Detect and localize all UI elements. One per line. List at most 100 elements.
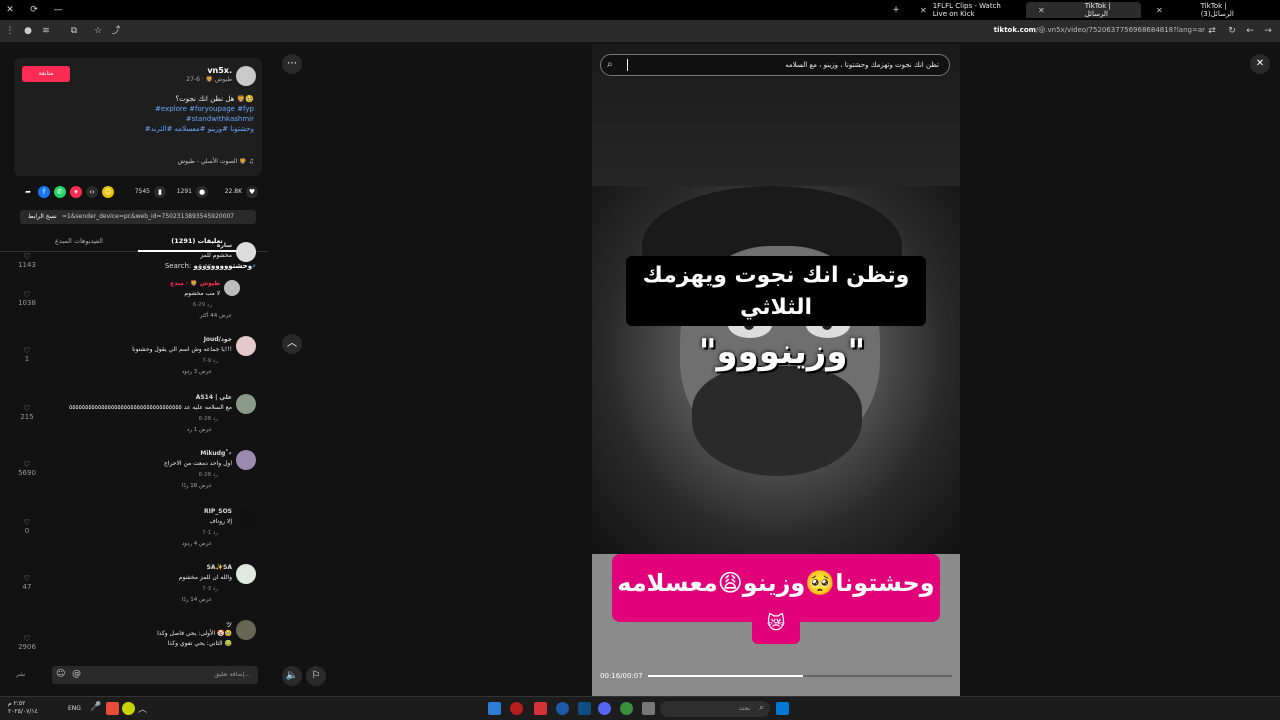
comment-like[interactable]: ♡ 215 bbox=[16, 404, 38, 421]
comment-meta[interactable]: 6-28 رد bbox=[199, 416, 218, 422]
comment-meta[interactable]: 7-9 رد bbox=[202, 358, 218, 364]
commenter-avatar[interactable] bbox=[236, 508, 256, 528]
comment-like[interactable]: ♡ 1 bbox=[16, 346, 38, 363]
view-more-replies[interactable]: عرض 18 ردًا bbox=[182, 483, 212, 489]
commenter-avatar[interactable] bbox=[236, 564, 256, 584]
facebook-icon[interactable]: f bbox=[38, 186, 50, 198]
sound-link[interactable]: الصوت الأصلي - طيوش 🦁 ♫ bbox=[178, 158, 254, 165]
whatsapp-icon[interactable]: ✆ bbox=[54, 186, 66, 198]
media-app-icon[interactable] bbox=[510, 702, 523, 715]
commenter-avatar[interactable] bbox=[236, 620, 256, 640]
share-icon[interactable]: ⤴ bbox=[110, 25, 122, 37]
task-view-icon[interactable] bbox=[642, 702, 655, 715]
hashtags[interactable]: #وحشتونا #وزينو #معسلامه #الترند bbox=[54, 124, 254, 134]
commenter-avatar[interactable] bbox=[236, 242, 256, 262]
tab-kick[interactable]: ✕ 1FLFL Clips - Watch Live on Kick bbox=[908, 2, 1023, 18]
commenter-name[interactable]: ツ bbox=[226, 620, 232, 629]
star-icon[interactable]: ☆ bbox=[92, 25, 104, 37]
embed-icon[interactable]: ‹› bbox=[86, 186, 98, 198]
video-search-bar[interactable]: ⌕ تظن انك نجوت وتهزمك وحشتونا ، وزينو ، … bbox=[600, 54, 950, 76]
mic-icon[interactable]: 🎤 bbox=[90, 702, 103, 715]
comment-input[interactable]: ☺ @ إضافة تعليق... bbox=[52, 666, 258, 684]
commenter-avatar[interactable] bbox=[236, 394, 256, 414]
notes-app-icon[interactable] bbox=[488, 702, 501, 715]
comment-meta[interactable]: 7-1 رد bbox=[202, 530, 218, 536]
close-tab-icon[interactable]: ✕ bbox=[1156, 6, 1163, 15]
restore-icon[interactable]: ⟳ bbox=[28, 4, 40, 16]
commenter-name[interactable]: طيوش 🦁 · مبدع bbox=[170, 280, 220, 287]
volume-icon[interactable]: 🔈 bbox=[282, 666, 302, 686]
tab-creator-videos[interactable]: الفيديوهات المبدع bbox=[20, 237, 138, 245]
app-tray-icon[interactable] bbox=[106, 702, 119, 715]
minimize-icon[interactable]: — bbox=[52, 4, 64, 16]
reload-icon[interactable]: ↻ bbox=[1226, 25, 1238, 37]
author-avatar[interactable] bbox=[236, 66, 256, 86]
comment-meta[interactable]: 7-3 رد bbox=[202, 586, 218, 592]
comment-like[interactable]: ♡ 1143 bbox=[16, 252, 38, 269]
bookmark-icon[interactable]: ▮ bbox=[154, 186, 166, 198]
url-text[interactable]: tiktok.com/@.vn5x/video/7520637756968684… bbox=[994, 26, 1205, 34]
commenter-avatar[interactable] bbox=[224, 280, 240, 296]
back-icon[interactable]: ← bbox=[1244, 25, 1256, 37]
commenter-name[interactable]: RIP_SOS bbox=[204, 508, 232, 515]
calendar-app-icon[interactable] bbox=[534, 702, 547, 715]
profile-icon[interactable]: ● bbox=[22, 25, 34, 37]
menu-dots-icon[interactable]: ⋮ bbox=[4, 25, 16, 37]
forward-icon[interactable]: → bbox=[1262, 25, 1274, 37]
scroll-up-icon[interactable]: ︿ bbox=[282, 334, 302, 354]
commenter-name[interactable]: Mikudg˚⋆ bbox=[200, 450, 232, 457]
emoji-icon[interactable]: ☺ bbox=[56, 669, 65, 679]
commenter-avatar[interactable] bbox=[236, 450, 256, 470]
clock[interactable]: ٢:٥٢ م ٢٠٢٥/٠٧/١٤ bbox=[8, 700, 38, 716]
author-username[interactable]: vn5x. bbox=[207, 66, 232, 75]
comment-like[interactable]: ♡ 5690 bbox=[16, 460, 38, 477]
close-tab-icon[interactable]: ✕ bbox=[1038, 6, 1045, 15]
commenter-name[interactable]: ساره bbox=[217, 242, 232, 249]
translate-icon[interactable]: ⇄ bbox=[1206, 25, 1218, 37]
commenter-avatar[interactable] bbox=[236, 336, 256, 356]
link-value[interactable]: =1&sender_device=pc&web_id=7502313893545… bbox=[62, 213, 234, 220]
view-more-replies[interactable]: عرض 14 ردًا bbox=[182, 597, 212, 603]
comment-meta[interactable]: 6-28 رد bbox=[199, 472, 218, 478]
close-video-icon[interactable]: ✕ bbox=[1250, 54, 1270, 74]
comment-meta[interactable]: 6-27 رد bbox=[199, 264, 218, 270]
close-window-icon[interactable]: ✕ bbox=[4, 4, 16, 16]
like-heart-icon[interactable]: ♥ bbox=[246, 186, 258, 198]
chrome-app-icon[interactable] bbox=[620, 702, 633, 715]
comment-meta[interactable]: 6-29 رد bbox=[193, 302, 212, 308]
copy-icon[interactable]: ⧉ bbox=[68, 25, 80, 37]
taskbar-search[interactable]: ⌕ بحث bbox=[660, 701, 770, 717]
language-indicator[interactable]: ENG bbox=[68, 705, 81, 712]
copy-link-button[interactable]: نسخ الرابط bbox=[28, 213, 57, 220]
post-comment-button[interactable]: نشر bbox=[16, 672, 25, 678]
comment-like[interactable]: ♡ 0 bbox=[16, 518, 38, 535]
mention-icon[interactable]: @ bbox=[72, 669, 81, 679]
hashtags[interactable]: #explore #foryoupage #fyp bbox=[54, 104, 254, 114]
view-more-replies[interactable]: عرض 44 أكثر bbox=[200, 313, 232, 319]
comment-icon[interactable]: ● bbox=[196, 186, 208, 198]
close-tab-icon[interactable]: ✕ bbox=[920, 6, 927, 15]
follow-button[interactable]: متابعة bbox=[22, 66, 70, 82]
tab-tiktok-messages-3[interactable]: ✕ TikTok | (3)الرسائل bbox=[1144, 2, 1254, 18]
steam-app-icon[interactable] bbox=[578, 702, 591, 715]
comment-like[interactable]: ♡ 2906 bbox=[16, 634, 38, 651]
share-arrow-icon[interactable]: ➦ bbox=[22, 186, 34, 198]
send-icon[interactable]: ▾ bbox=[70, 186, 82, 198]
start-icon[interactable] bbox=[776, 702, 789, 715]
video-progress-bar[interactable] bbox=[648, 675, 952, 677]
comment-like[interactable]: ♡ 47 bbox=[16, 574, 38, 591]
tray-status-icon[interactable] bbox=[122, 702, 135, 715]
new-tab-icon[interactable]: + bbox=[890, 4, 902, 16]
comment-like[interactable]: ♡ 1038 bbox=[16, 290, 38, 307]
view-more-replies[interactable]: عرض 4 ردود bbox=[182, 541, 212, 547]
more-options-icon[interactable]: ⋯ bbox=[282, 54, 302, 74]
hashtags[interactable]: #standwithkashmir bbox=[54, 114, 254, 124]
extension-icon[interactable]: ≋ bbox=[40, 25, 52, 37]
report-icon[interactable]: ⚐ bbox=[306, 666, 326, 686]
video-player[interactable]: ⌕ تظن انك نجوت وتهزمك وحشتونا ، وزينو ، … bbox=[592, 44, 960, 696]
commenter-name[interactable]: AS14 | علي bbox=[196, 394, 232, 401]
coin-icon[interactable]: ☺ bbox=[102, 186, 114, 198]
browser-app-icon[interactable] bbox=[556, 702, 569, 715]
tray-expand-icon[interactable]: ︿ bbox=[138, 702, 151, 715]
discord-app-icon[interactable] bbox=[598, 702, 611, 715]
